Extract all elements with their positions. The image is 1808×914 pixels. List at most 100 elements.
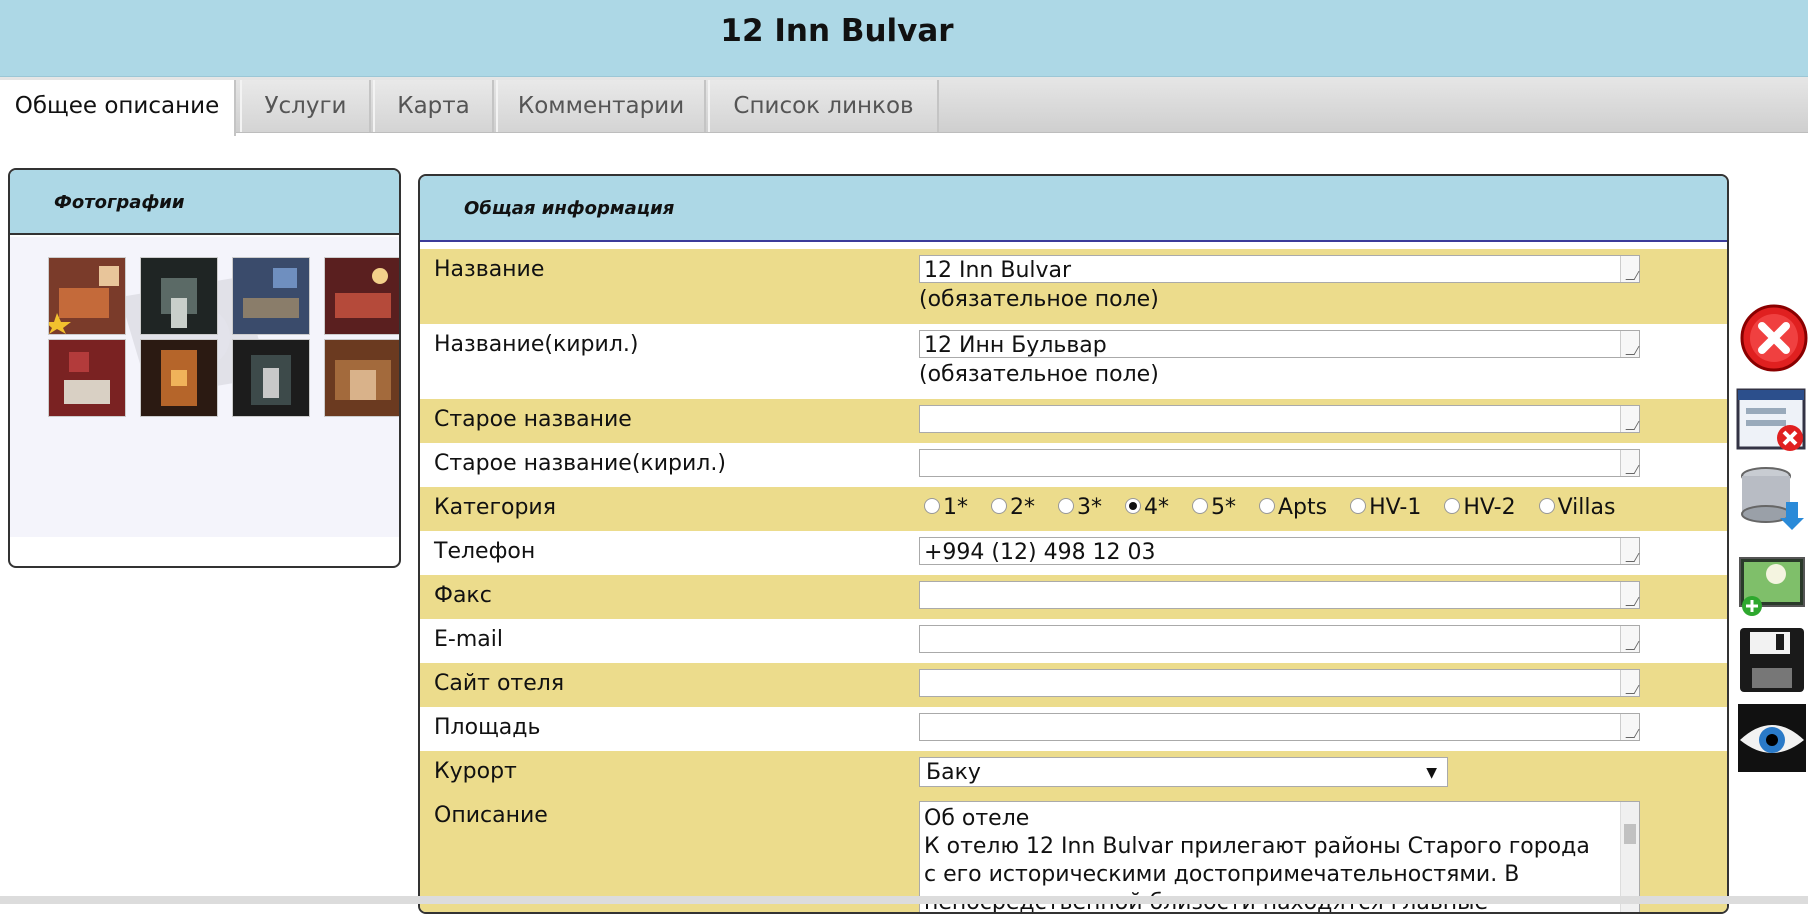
general-info-title: Общая информация	[420, 176, 1727, 242]
category-option-5[interactable]: 5*	[1192, 495, 1236, 520]
option-label: 5*	[1211, 495, 1236, 520]
radio-button[interactable]	[1538, 498, 1555, 514]
option-label: Villas	[1557, 495, 1616, 520]
preview-eye-icon[interactable]	[1736, 702, 1808, 774]
required-note: (обязательное поле)	[919, 287, 1159, 312]
radio-button[interactable]	[991, 498, 1007, 514]
site-input[interactable]	[919, 669, 1640, 697]
radio-button[interactable]	[1192, 498, 1208, 514]
option-label: 2*	[1010, 495, 1035, 520]
row-site: Сайт отеля	[420, 663, 1727, 707]
resize-grip-icon[interactable]	[1620, 406, 1639, 432]
email-input[interactable]	[919, 625, 1640, 653]
resize-grip-icon[interactable]	[1620, 670, 1639, 696]
resize-grip-icon[interactable]	[1620, 450, 1639, 476]
label-email: E-mail	[434, 627, 503, 652]
phone-value: +994 (12) 498 12 03	[924, 540, 1156, 565]
label-name-cyr: Название(кирил.)	[434, 332, 639, 357]
tab-services[interactable]: Услуги	[240, 80, 371, 132]
category-radio-group: 1* 2* 3* 4* 5* Apts HV-1 HV-2 Villas	[924, 495, 1631, 520]
category-option-hv2[interactable]: HV-2	[1444, 495, 1516, 520]
category-option-3[interactable]: 3*	[1058, 495, 1102, 520]
category-option-villas[interactable]: Villas	[1538, 495, 1616, 520]
option-label: HV-1	[1369, 495, 1422, 520]
category-option-hv1[interactable]: HV-1	[1350, 495, 1421, 520]
tab-general[interactable]: Общее описание	[0, 80, 236, 136]
tab-bar: Общее описание Услуги Карта Комментарии …	[0, 77, 1808, 136]
resize-grip-icon[interactable]	[1620, 331, 1639, 357]
photo-thumbnail-7[interactable]	[232, 339, 310, 417]
category-option-1[interactable]: 1*	[924, 495, 968, 520]
description-line: Об отеле	[924, 806, 1030, 831]
option-label: HV-2	[1463, 495, 1516, 520]
header: 12 Inn Bulvar	[0, 0, 1808, 77]
area-input[interactable]	[919, 713, 1640, 741]
label-name: Название	[434, 257, 545, 282]
old-name-input[interactable]	[919, 405, 1640, 433]
database-download-icon[interactable]	[1736, 462, 1808, 534]
category-option-apts[interactable]: Apts	[1259, 495, 1327, 520]
photos-body	[10, 237, 399, 537]
label-site: Сайт отеля	[434, 671, 565, 696]
label-resort: Курорт	[434, 759, 517, 784]
resize-grip-icon[interactable]	[1620, 538, 1639, 564]
radio-button[interactable]	[1259, 498, 1275, 514]
horizontal-scrollbar[interactable]	[0, 896, 1808, 904]
photo-thumbnail-4[interactable]	[324, 257, 401, 335]
description-line: с его историческими достопримечательност…	[924, 862, 1520, 887]
tab-links[interactable]: Список линков	[708, 80, 939, 132]
add-image-icon[interactable]	[1736, 548, 1808, 620]
row-category: Категория 1* 2* 3* 4* 5* Apts HV-1 HV-2 …	[420, 487, 1727, 531]
description-line: К отелю 12 Inn Bulvar прилегают районы С…	[924, 834, 1590, 859]
name-cyr-input[interactable]: 12 Инн Бульвар	[919, 330, 1640, 358]
radio-button-selected[interactable]	[1125, 498, 1141, 514]
resize-grip-icon[interactable]	[1620, 582, 1639, 608]
label-old-name: Старое название	[434, 407, 632, 432]
category-option-2[interactable]: 2*	[991, 495, 1035, 520]
resort-value: Баку	[926, 760, 981, 785]
radio-button[interactable]	[1444, 498, 1461, 514]
resort-select[interactable]: Баку ▼	[919, 757, 1448, 787]
label-fax: Факс	[434, 583, 492, 608]
option-label: Apts	[1278, 495, 1328, 520]
photo-thumbnail-8[interactable]	[324, 339, 401, 417]
photos-panel-title: Фотографии	[10, 170, 399, 235]
resize-grip-icon[interactable]	[1620, 626, 1639, 652]
tab-comments[interactable]: Комментарии	[496, 80, 706, 132]
row-email: E-mail	[420, 619, 1727, 663]
row-name: Название 12 Inn Bulvar (обязательное пол…	[420, 249, 1727, 324]
delete-list-icon[interactable]	[1736, 384, 1808, 456]
page-title: 12 Inn Bulvar	[720, 13, 954, 49]
photo-thumbnail-6[interactable]	[140, 339, 218, 417]
resize-grip-icon[interactable]	[1620, 714, 1639, 740]
category-option-4[interactable]: 4*	[1125, 495, 1169, 520]
row-phone: Телефон +994 (12) 498 12 03	[420, 531, 1727, 575]
fax-input[interactable]	[919, 581, 1640, 609]
required-note: (обязательное поле)	[919, 362, 1159, 387]
photo-thumbnail-5[interactable]	[48, 339, 126, 417]
scrollbar-thumb[interactable]	[1624, 824, 1636, 844]
row-area: Площадь	[420, 707, 1727, 751]
option-label: 4*	[1144, 495, 1169, 520]
name-input[interactable]: 12 Inn Bulvar	[919, 255, 1640, 283]
photo-thumbnail-2[interactable]	[140, 257, 218, 335]
photo-thumbnail-3[interactable]	[232, 257, 310, 335]
tab-map[interactable]: Карта	[373, 80, 494, 132]
save-floppy-icon[interactable]	[1736, 624, 1808, 696]
option-label: 1*	[943, 495, 968, 520]
close-icon[interactable]	[1736, 300, 1808, 372]
name-value: 12 Inn Bulvar	[924, 258, 1072, 283]
radio-button[interactable]	[1058, 498, 1074, 514]
radio-button[interactable]	[1350, 498, 1367, 514]
old-name-cyr-input[interactable]	[919, 449, 1640, 477]
row-old-name-cyr: Старое название(кирил.)	[420, 443, 1727, 487]
resize-grip-icon[interactable]	[1620, 256, 1639, 282]
label-category: Категория	[434, 495, 556, 520]
radio-button[interactable]	[924, 498, 940, 514]
photo-thumbnail-1[interactable]	[48, 257, 126, 335]
dropdown-arrow-icon[interactable]: ▼	[1426, 758, 1437, 788]
phone-input[interactable]: +994 (12) 498 12 03	[919, 537, 1640, 565]
label-old-name-cyr: Старое название(кирил.)	[434, 451, 726, 476]
row-name-cyr: Название(кирил.) 12 Инн Бульвар (обязате…	[420, 324, 1727, 399]
row-resort: Курорт Баку ▼	[420, 751, 1727, 795]
